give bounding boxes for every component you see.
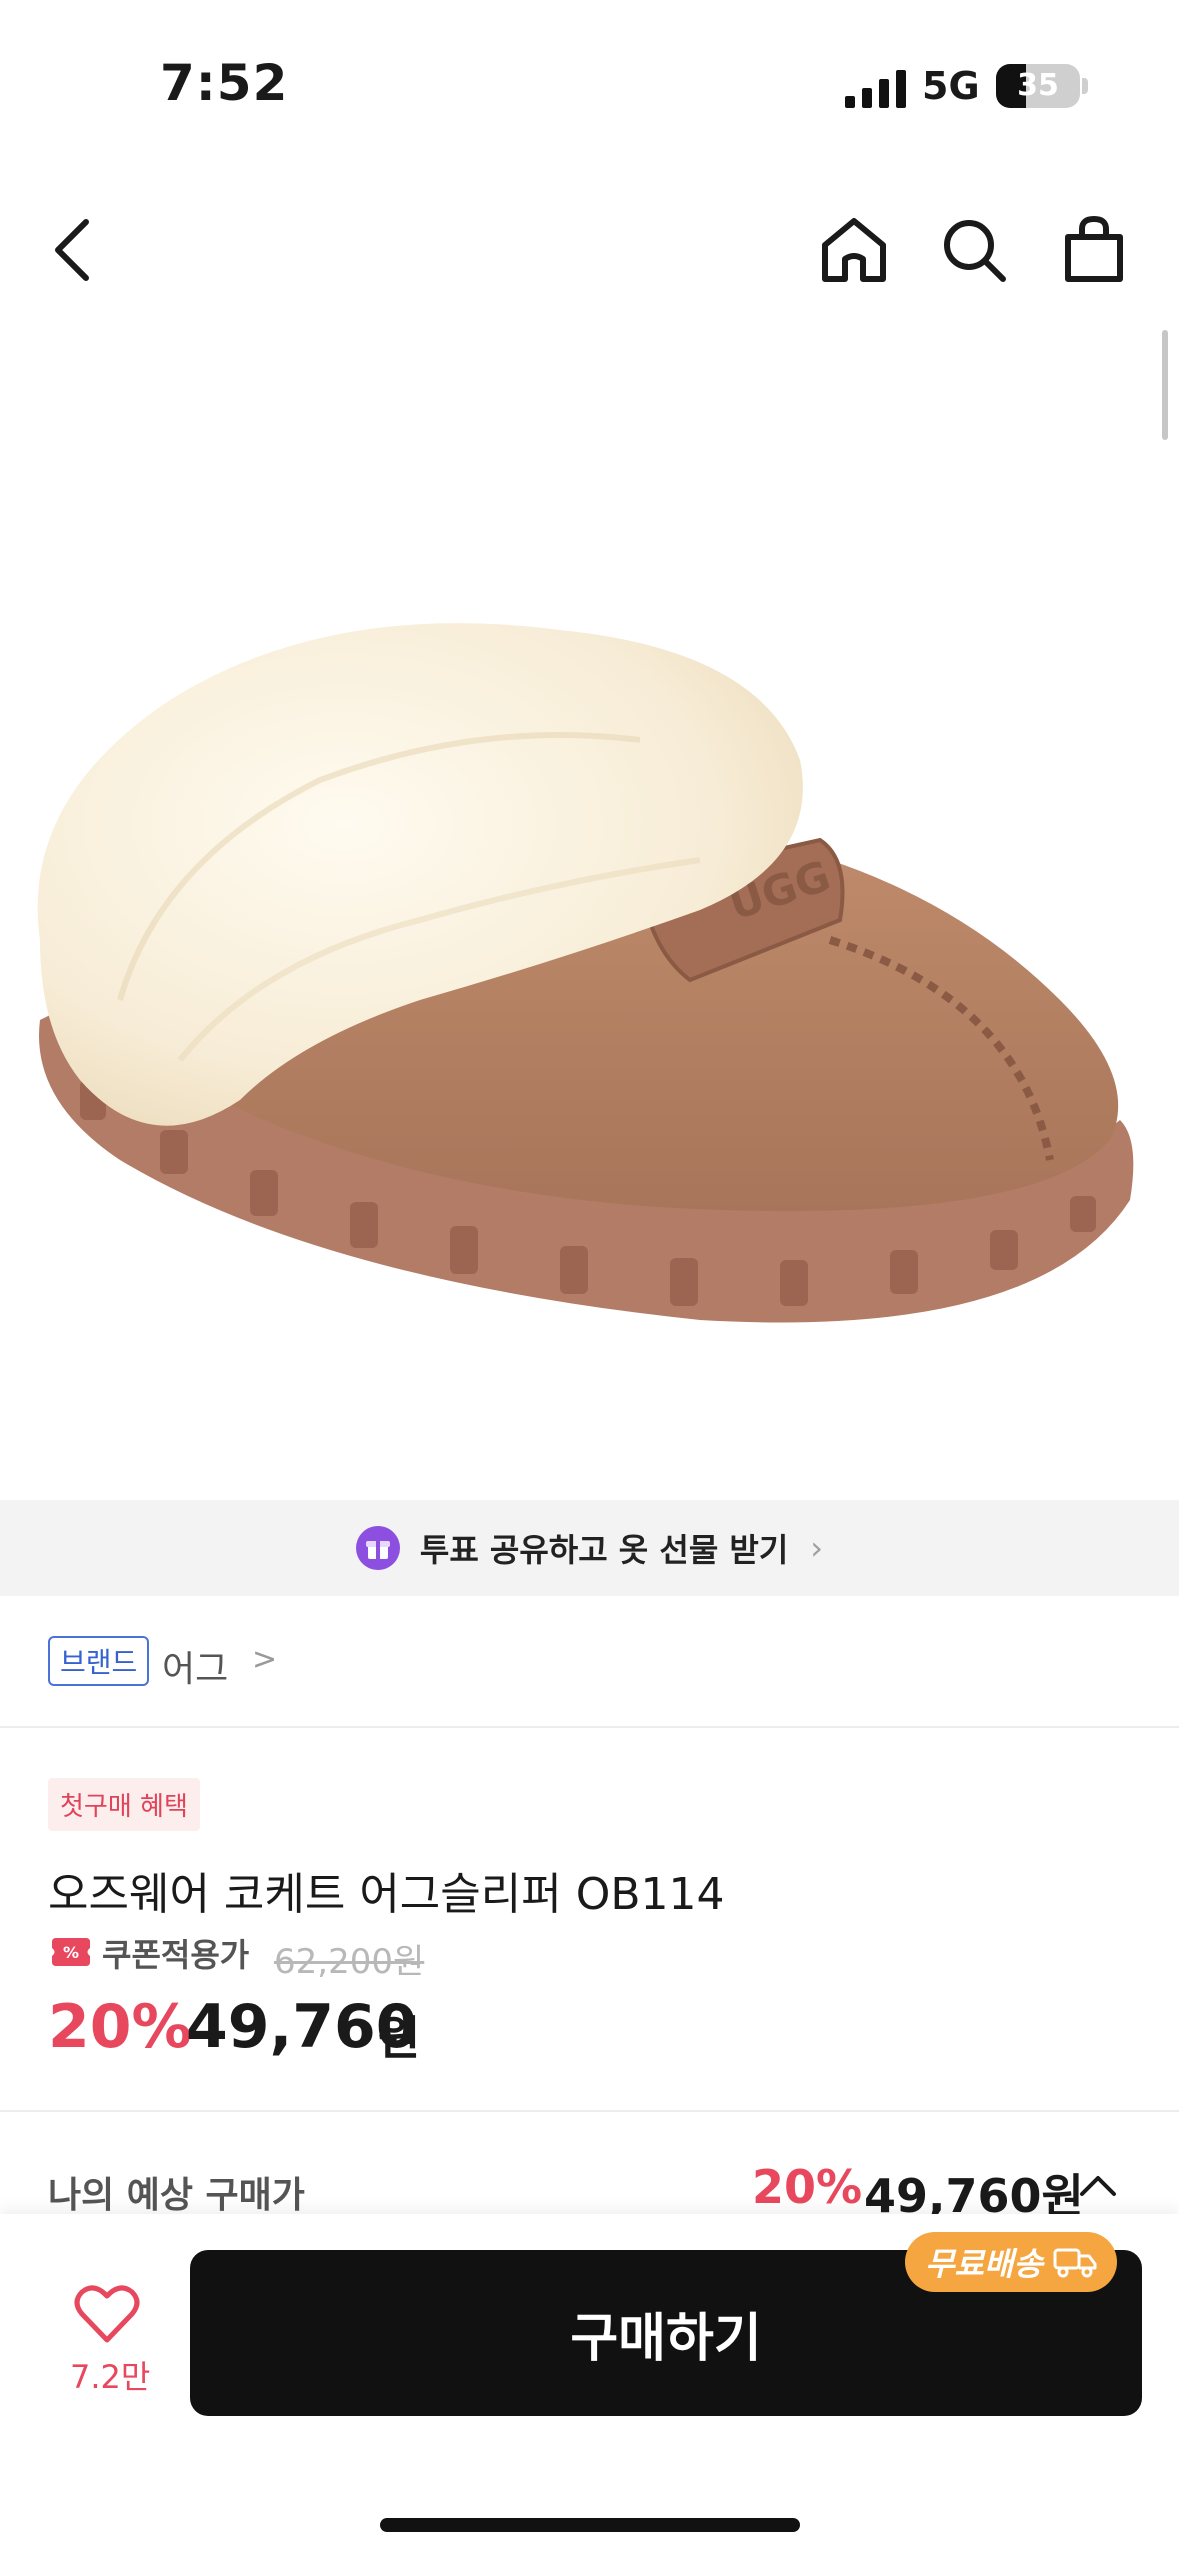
free-shipping-badge: 무료배송 [905,2232,1117,2292]
shopping-bag-icon [1065,215,1123,282]
gift-icon [355,1526,400,1570]
brand-link[interactable]: 어그 [162,1640,228,1692]
chevron-up-icon[interactable] [1078,2170,1118,2200]
divider [0,2110,1179,2112]
original-price: 62,200원 [274,1942,425,1982]
scrollbar[interactable] [1162,330,1168,440]
expected-price-label: 나의 예상 구매가 [48,2175,305,2216]
chevron-right-icon: > [252,1642,278,1677]
currency-label: 원 [378,2011,421,2065]
battery-level: 35 [1017,68,1059,103]
expected-discount: 20% [752,2160,863,2214]
home-indicator [380,2518,800,2532]
svg-text:%: % [63,1943,79,1962]
home-icon [822,218,886,282]
vote-banner-text: 투표 공유하고 옷 선물 받기 [419,1531,789,1569]
heart-icon[interactable] [74,2284,140,2344]
truck-icon [1053,2248,1097,2278]
home-button[interactable] [814,210,894,290]
status-time: 7:52 [160,54,289,112]
brand-tag: 브랜드 [48,1636,150,1686]
coupon-price-label: 쿠폰적용가 [102,1936,250,1974]
vote-share-banner[interactable]: 투표 공유하고 옷 선물 받기 › [0,1500,1179,1596]
chevron-right-icon: › [810,1529,824,1567]
signal-icon [845,70,906,108]
battery-icon: 35 [996,64,1080,108]
battery-tip [1082,78,1088,94]
search-button[interactable] [934,210,1014,290]
back-icon [55,219,89,281]
product-title: 오즈웨어 코케트 어그슬리퍼 OB114 [48,1869,725,1920]
coupon-icon: % [52,1938,90,1966]
like-count: 7.2만 [70,2358,151,2396]
first-purchase-badge: 첫구매 혜택 [48,1778,200,1831]
product-image[interactable]: UGG [0,440,1179,1490]
free-shipping-label: 무료배송 [925,2245,1043,2283]
divider [0,1726,1179,1728]
back-button[interactable] [32,210,112,290]
cart-button[interactable] [1054,210,1134,290]
discount-rate: 20% [48,1992,192,2062]
search-icon [944,220,1006,282]
network-label: 5G [922,64,980,108]
